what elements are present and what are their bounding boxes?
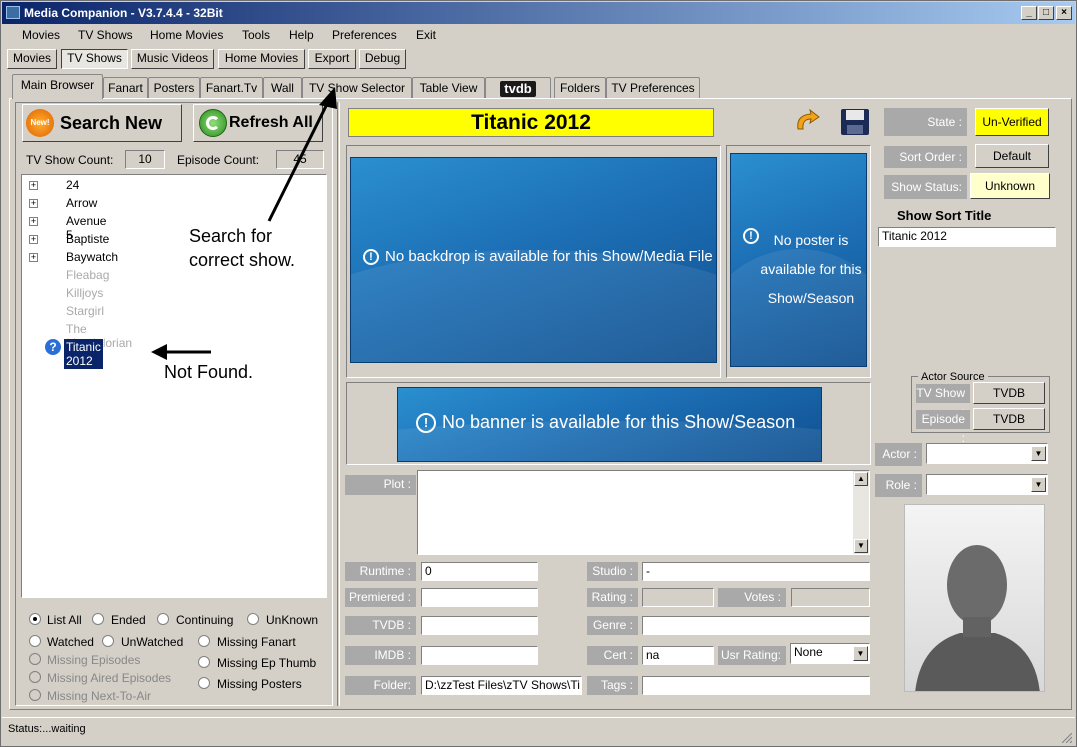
studio-label: Studio : bbox=[587, 562, 638, 581]
save-svg bbox=[841, 109, 869, 135]
scroll-down-icon[interactable]: ▼ bbox=[854, 539, 868, 553]
role-select[interactable]: ▼ bbox=[926, 474, 1048, 495]
sort-order-button[interactable]: Default bbox=[975, 144, 1049, 168]
arrowhead-up bbox=[319, 87, 337, 109]
genre-field[interactable] bbox=[642, 616, 870, 635]
votes-label: Votes : bbox=[718, 588, 786, 607]
episode-source-label: Episode : bbox=[916, 410, 970, 445]
no-poster-line-3: Show/Season bbox=[767, 290, 855, 306]
poster-placeholder[interactable]: ! No poster is available for this Show/S… bbox=[730, 153, 867, 367]
folder-label: Folder: bbox=[345, 676, 416, 695]
no-poster-line-2: available for this bbox=[760, 261, 862, 277]
warning-icon: ! bbox=[363, 249, 379, 266]
plot-textarea[interactable]: ▲ ▼ bbox=[417, 470, 870, 555]
arrowhead-left bbox=[151, 344, 167, 360]
tv-show-source-label: TV Show : bbox=[916, 384, 970, 419]
plot-scrollbar[interactable]: ▲ ▼ bbox=[853, 471, 869, 554]
chevron-down-icon[interactable]: ▼ bbox=[1031, 477, 1046, 492]
backdrop-placeholder[interactable]: ! No backdrop is available for this Show/… bbox=[350, 157, 717, 363]
runtime-field[interactable]: 0 bbox=[421, 562, 538, 581]
show-status-button[interactable]: Unknown bbox=[970, 173, 1050, 199]
state-button[interactable]: Un-Verified bbox=[975, 108, 1049, 136]
no-backdrop-message: ! No backdrop is available for this Show/… bbox=[363, 248, 713, 266]
tab-main-browser[interactable]: Main Browser bbox=[12, 74, 103, 99]
app-window: Media Companion - V3.7.4.4 - 32Bit _ □ ×… bbox=[0, 0, 1077, 747]
actor-photo-placeholder bbox=[904, 504, 1045, 692]
banner-placeholder[interactable]: ! No banner is available for this Show/Se… bbox=[397, 387, 822, 462]
votes-field[interactable] bbox=[791, 588, 870, 607]
no-banner-text: No banner is available for this Show/Sea… bbox=[442, 412, 796, 432]
status-bar: Status:...waiting bbox=[2, 717, 1075, 745]
actor-silhouette-icon bbox=[915, 545, 1040, 691]
chevron-down-icon[interactable]: ▼ bbox=[853, 646, 868, 661]
imdb-field[interactable] bbox=[421, 646, 538, 665]
show-status-label: Show Status: bbox=[884, 175, 967, 199]
rating-label: Rating : bbox=[587, 588, 638, 607]
plot-label: Plot : bbox=[345, 475, 416, 495]
cert-label: Cert : bbox=[587, 646, 638, 665]
studio-field[interactable]: - bbox=[642, 562, 870, 581]
resize-grip-icon[interactable] bbox=[1061, 732, 1073, 744]
chevron-down-icon[interactable]: ▼ bbox=[1031, 446, 1046, 461]
refresh-show-icon[interactable] bbox=[793, 107, 823, 137]
warning-icon-banner: ! bbox=[416, 413, 436, 434]
sort-order-label: Sort Order : bbox=[884, 146, 967, 168]
genre-label: Genre : bbox=[587, 616, 638, 635]
usr-rating-label: Usr Rating: bbox=[718, 646, 786, 665]
arrow-to-tv-show-selector bbox=[267, 95, 333, 222]
state-label: State : bbox=[884, 108, 967, 136]
no-poster-message: No poster is available for this Show/Sea… bbox=[751, 226, 866, 313]
save-icon[interactable] bbox=[839, 107, 871, 137]
role-label: Role : bbox=[875, 474, 922, 497]
refresh-show-svg bbox=[797, 108, 820, 130]
runtime-label: Runtime : bbox=[345, 562, 416, 581]
no-backdrop-text: No backdrop is available for this Show/M… bbox=[385, 248, 713, 265]
no-poster-line-1: No poster is bbox=[773, 232, 849, 248]
show-title-bar: Titanic 2012 bbox=[348, 108, 714, 137]
tvdb-field[interactable] bbox=[421, 616, 538, 635]
usr-rating-select[interactable]: None ▼ bbox=[790, 643, 870, 664]
actor-select[interactable]: ▼ bbox=[926, 443, 1048, 464]
tags-field[interactable] bbox=[642, 676, 870, 695]
tags-label: Tags : bbox=[587, 676, 638, 695]
usr-rating-value: None bbox=[794, 645, 823, 659]
scroll-up-icon[interactable]: ▲ bbox=[854, 472, 868, 486]
premiered-field[interactable] bbox=[421, 588, 538, 607]
no-banner-message: ! No banner is available for this Show/Se… bbox=[416, 412, 796, 434]
sort-title-field[interactable]: Titanic 2012 bbox=[878, 227, 1056, 247]
status-text: Status:...waiting bbox=[8, 723, 86, 735]
tvdb-label: TVDB : bbox=[345, 616, 416, 635]
folder-field[interactable]: D:\zzTest Files\zTV Shows\Ti bbox=[421, 676, 582, 695]
actor-label: Actor : bbox=[875, 443, 922, 466]
premiered-label: Premiered : bbox=[345, 588, 416, 607]
cert-field[interactable]: na bbox=[642, 646, 714, 665]
sort-title-heading: Show Sort Title bbox=[897, 208, 992, 223]
episode-source-button[interactable]: TVDB bbox=[973, 408, 1045, 430]
rating-field[interactable] bbox=[642, 588, 714, 607]
imdb-label: IMDB : bbox=[345, 646, 416, 665]
tv-show-source-button[interactable]: TVDB bbox=[973, 382, 1045, 404]
pane-splitter[interactable] bbox=[337, 102, 340, 706]
